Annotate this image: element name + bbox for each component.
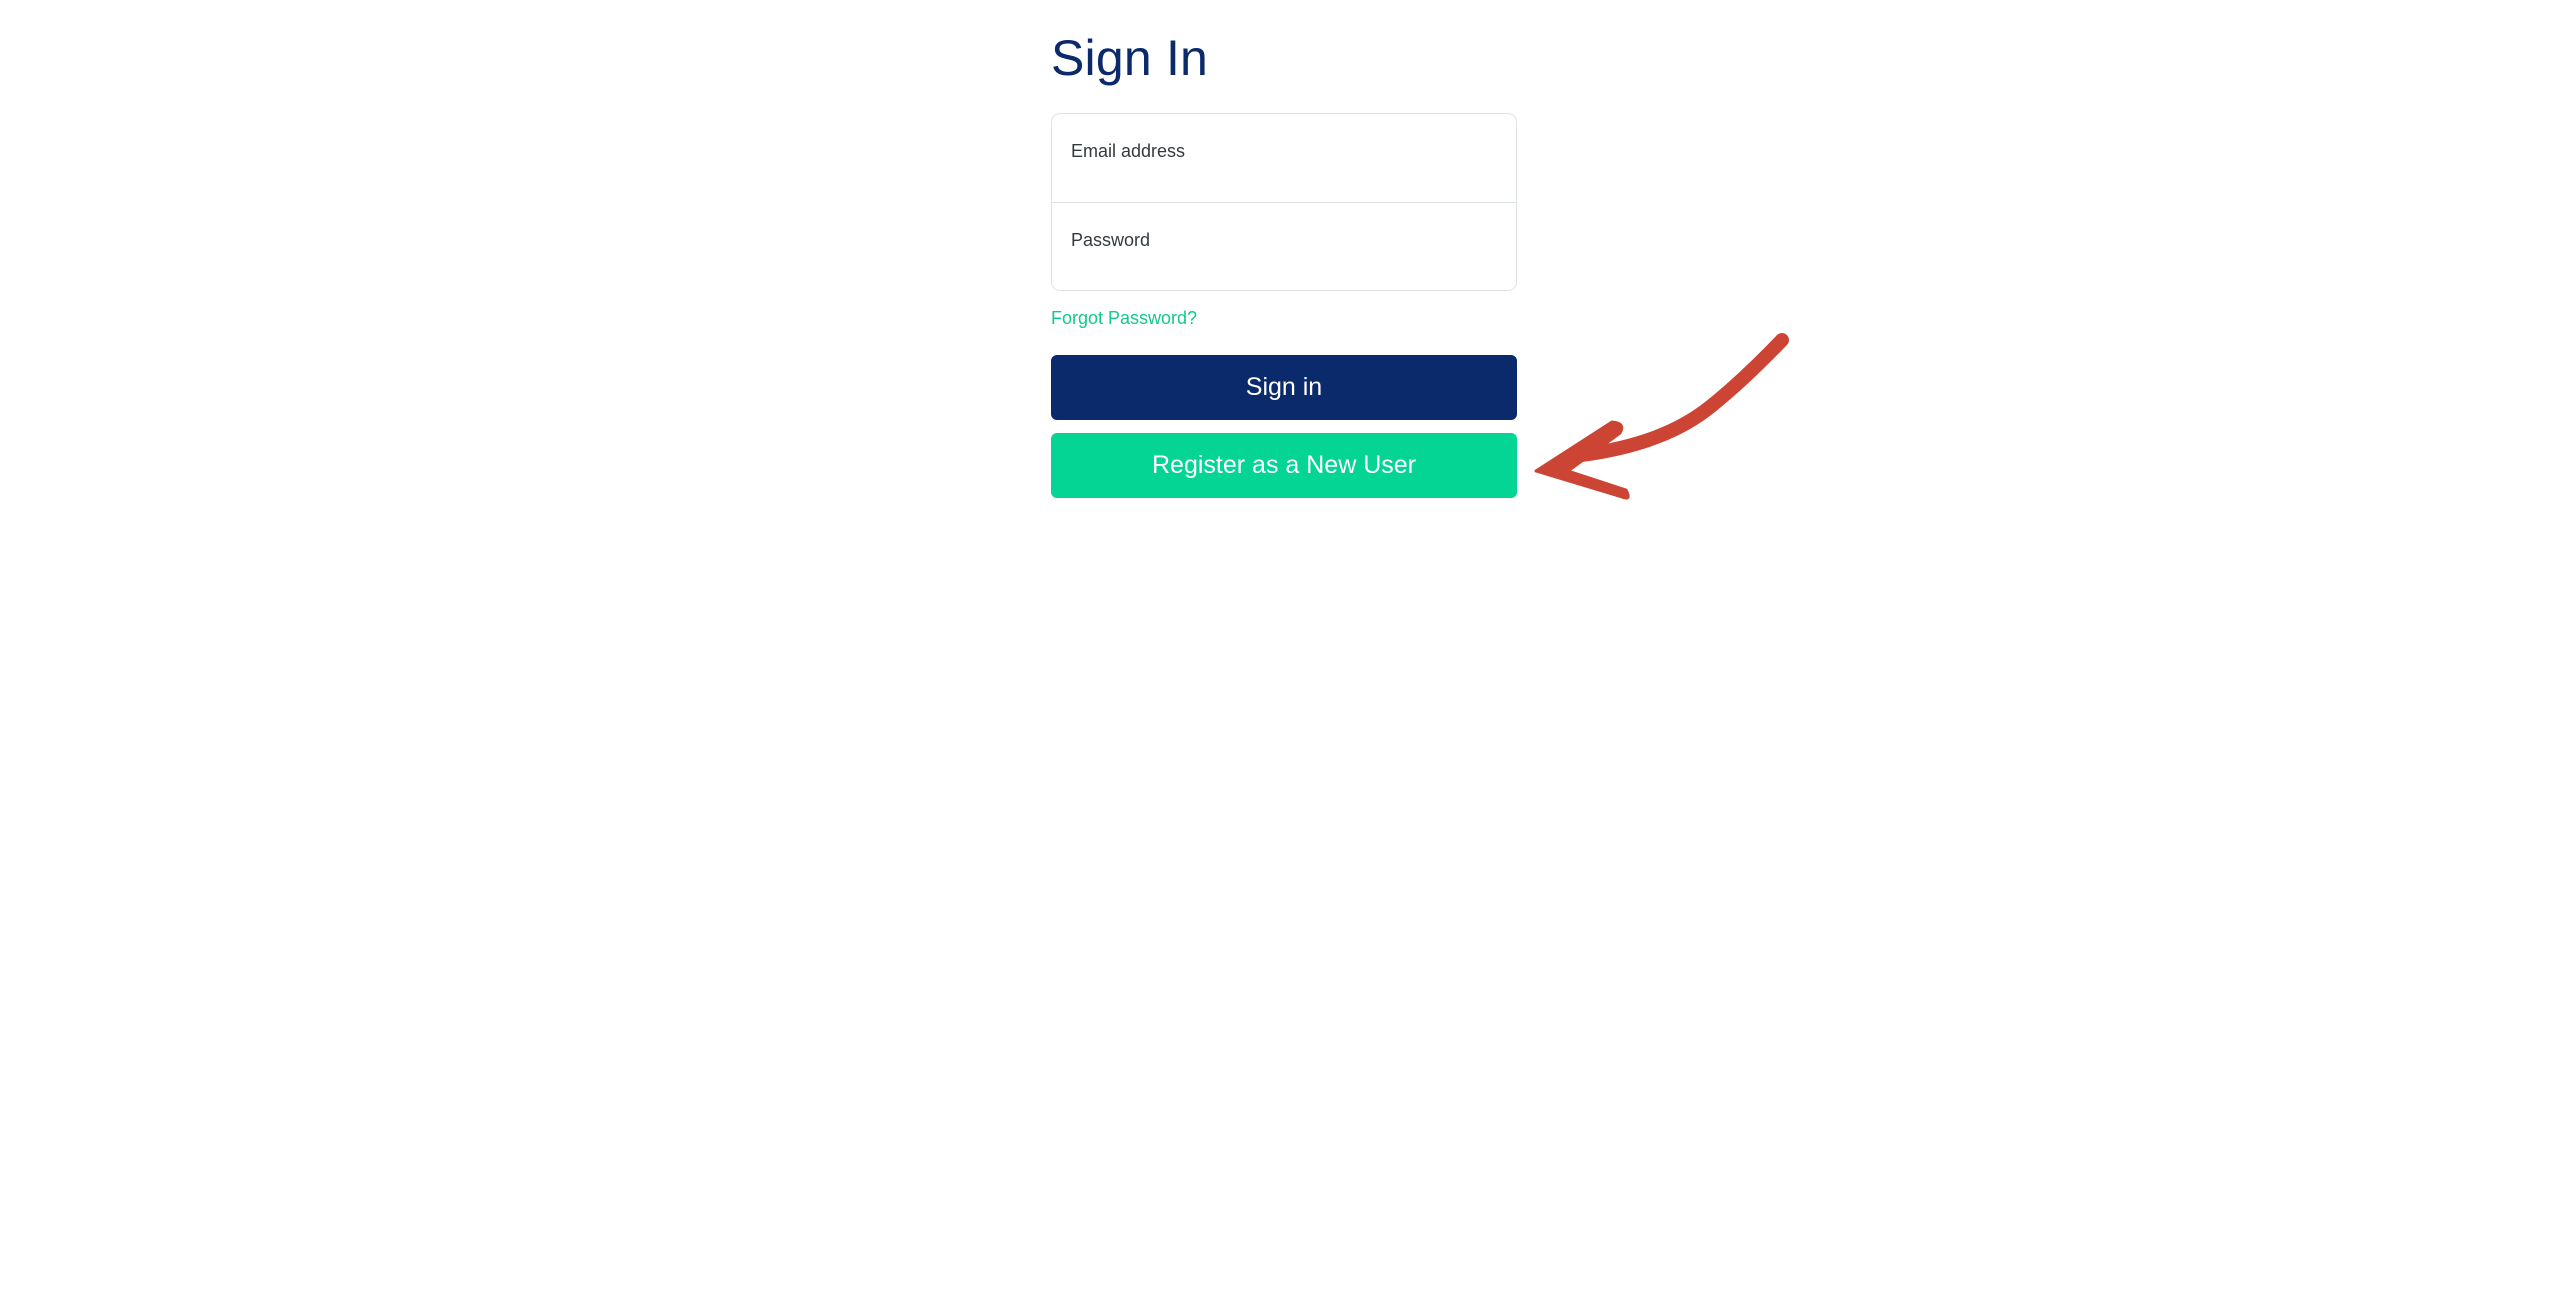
signin-button[interactable]: Sign in [1051,355,1517,420]
password-field[interactable]: Password [1052,202,1516,290]
signin-panel: Sign In Email address Password Forgot Pa… [1051,0,1517,498]
page-title: Sign In [1051,30,1209,86]
forgot-password-link[interactable]: Forgot Password? [1051,308,1197,329]
email-input[interactable] [1052,114,1516,202]
credentials-field-group: Email address Password [1051,113,1517,291]
signin-page: Sign In Email address Password Forgot Pa… [0,0,2561,1305]
email-field[interactable]: Email address [1052,114,1516,202]
password-input[interactable] [1052,203,1516,290]
red-arrow-icon [1534,333,1789,500]
register-button[interactable]: Register as a New User [1051,433,1517,498]
